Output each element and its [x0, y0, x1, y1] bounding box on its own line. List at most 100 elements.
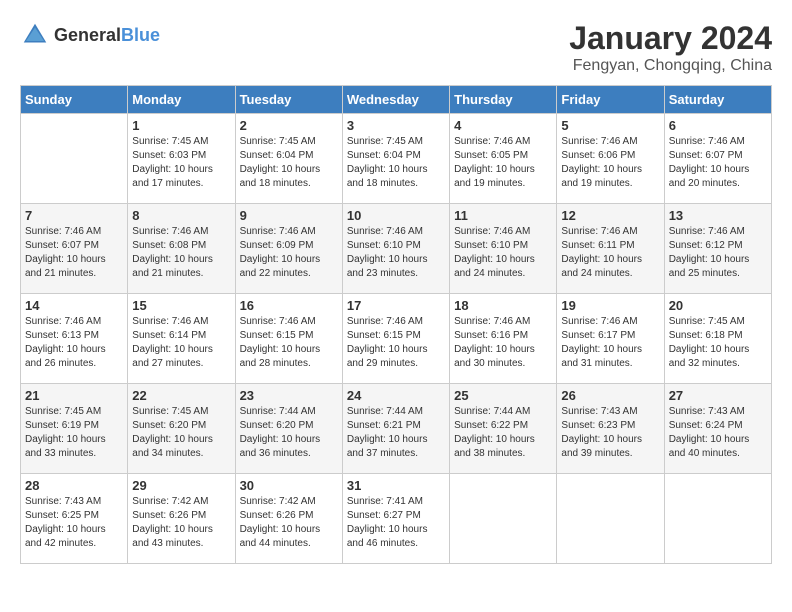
calendar-cell: 27 Sunrise: 7:43 AM Sunset: 6:24 PM Dayl… [664, 384, 771, 474]
sunset: Sunset: 6:17 PM [561, 330, 635, 341]
calendar-cell: 31 Sunrise: 7:41 AM Sunset: 6:27 PM Dayl… [342, 474, 449, 564]
calendar-cell: 25 Sunrise: 7:44 AM Sunset: 6:22 PM Dayl… [450, 384, 557, 474]
sunset: Sunset: 6:06 PM [561, 150, 635, 161]
sunrise: Sunrise: 7:45 AM [132, 136, 208, 147]
day-info: Sunrise: 7:43 AM Sunset: 6:24 PM Dayligh… [669, 405, 767, 461]
daylight: Daylight: 10 hours and 18 minutes. [347, 164, 428, 189]
day-number: 30 [240, 478, 338, 493]
sunrise: Sunrise: 7:44 AM [347, 406, 423, 417]
header-row: Sunday Monday Tuesday Wednesday Thursday… [21, 86, 772, 114]
calendar-cell: 5 Sunrise: 7:46 AM Sunset: 6:06 PM Dayli… [557, 114, 664, 204]
sunrise: Sunrise: 7:45 AM [347, 136, 423, 147]
daylight: Daylight: 10 hours and 33 minutes. [25, 434, 106, 459]
sunrise: Sunrise: 7:43 AM [669, 406, 745, 417]
day-info: Sunrise: 7:43 AM Sunset: 6:23 PM Dayligh… [561, 405, 659, 461]
col-wednesday: Wednesday [342, 86, 449, 114]
daylight: Daylight: 10 hours and 36 minutes. [240, 434, 321, 459]
calendar-cell: 12 Sunrise: 7:46 AM Sunset: 6:11 PM Dayl… [557, 204, 664, 294]
sunset: Sunset: 6:11 PM [561, 240, 634, 251]
daylight: Daylight: 10 hours and 30 minutes. [454, 344, 535, 369]
day-info: Sunrise: 7:46 AM Sunset: 6:17 PM Dayligh… [561, 315, 659, 371]
daylight: Daylight: 10 hours and 38 minutes. [454, 434, 535, 459]
calendar-cell: 16 Sunrise: 7:46 AM Sunset: 6:15 PM Dayl… [235, 294, 342, 384]
day-info: Sunrise: 7:44 AM Sunset: 6:20 PM Dayligh… [240, 405, 338, 461]
col-thursday: Thursday [450, 86, 557, 114]
day-info: Sunrise: 7:41 AM Sunset: 6:27 PM Dayligh… [347, 495, 445, 551]
calendar-cell: 18 Sunrise: 7:46 AM Sunset: 6:16 PM Dayl… [450, 294, 557, 384]
day-info: Sunrise: 7:46 AM Sunset: 6:14 PM Dayligh… [132, 315, 230, 371]
sunset: Sunset: 6:07 PM [25, 240, 99, 251]
daylight: Daylight: 10 hours and 31 minutes. [561, 344, 642, 369]
calendar-cell [664, 474, 771, 564]
calendar-cell [21, 114, 128, 204]
sunset: Sunset: 6:14 PM [132, 330, 206, 341]
day-number: 17 [347, 298, 445, 313]
calendar-cell: 26 Sunrise: 7:43 AM Sunset: 6:23 PM Dayl… [557, 384, 664, 474]
sunset: Sunset: 6:13 PM [25, 330, 99, 341]
sunset: Sunset: 6:03 PM [132, 150, 206, 161]
daylight: Daylight: 10 hours and 28 minutes. [240, 344, 321, 369]
sunset: Sunset: 6:16 PM [454, 330, 528, 341]
daylight: Daylight: 10 hours and 42 minutes. [25, 524, 106, 549]
day-info: Sunrise: 7:46 AM Sunset: 6:10 PM Dayligh… [454, 225, 552, 281]
logo: GeneralBlue [20, 20, 160, 50]
calendar-cell [450, 474, 557, 564]
sunset: Sunset: 6:23 PM [561, 420, 635, 431]
col-saturday: Saturday [664, 86, 771, 114]
day-info: Sunrise: 7:45 AM Sunset: 6:18 PM Dayligh… [669, 315, 767, 371]
sunset: Sunset: 6:20 PM [132, 420, 206, 431]
day-info: Sunrise: 7:46 AM Sunset: 6:07 PM Dayligh… [669, 135, 767, 191]
sunset: Sunset: 6:10 PM [454, 240, 528, 251]
day-number: 28 [25, 478, 123, 493]
sunrise: Sunrise: 7:42 AM [240, 496, 316, 507]
sunset: Sunset: 6:19 PM [25, 420, 99, 431]
calendar-week-row: 28 Sunrise: 7:43 AM Sunset: 6:25 PM Dayl… [21, 474, 772, 564]
calendar-week-row: 21 Sunrise: 7:45 AM Sunset: 6:19 PM Dayl… [21, 384, 772, 474]
day-info: Sunrise: 7:43 AM Sunset: 6:25 PM Dayligh… [25, 495, 123, 551]
day-number: 11 [454, 208, 552, 223]
day-number: 13 [669, 208, 767, 223]
day-info: Sunrise: 7:46 AM Sunset: 6:13 PM Dayligh… [25, 315, 123, 371]
sunset: Sunset: 6:22 PM [454, 420, 528, 431]
logo-general: General [54, 25, 121, 45]
calendar-cell: 3 Sunrise: 7:45 AM Sunset: 6:04 PM Dayli… [342, 114, 449, 204]
sunset: Sunset: 6:07 PM [669, 150, 743, 161]
calendar-cell: 7 Sunrise: 7:46 AM Sunset: 6:07 PM Dayli… [21, 204, 128, 294]
daylight: Daylight: 10 hours and 25 minutes. [669, 254, 750, 279]
sunrise: Sunrise: 7:46 AM [25, 316, 101, 327]
daylight: Daylight: 10 hours and 17 minutes. [132, 164, 213, 189]
day-info: Sunrise: 7:44 AM Sunset: 6:21 PM Dayligh… [347, 405, 445, 461]
day-number: 5 [561, 118, 659, 133]
daylight: Daylight: 10 hours and 21 minutes. [25, 254, 106, 279]
calendar-cell: 21 Sunrise: 7:45 AM Sunset: 6:19 PM Dayl… [21, 384, 128, 474]
daylight: Daylight: 10 hours and 43 minutes. [132, 524, 213, 549]
sunset: Sunset: 6:10 PM [347, 240, 421, 251]
location: Fengyan, Chongqing, China [569, 57, 772, 75]
calendar-cell: 14 Sunrise: 7:46 AM Sunset: 6:13 PM Dayl… [21, 294, 128, 384]
sunset: Sunset: 6:09 PM [240, 240, 314, 251]
day-number: 15 [132, 298, 230, 313]
daylight: Daylight: 10 hours and 40 minutes. [669, 434, 750, 459]
sunrise: Sunrise: 7:45 AM [132, 406, 208, 417]
day-number: 22 [132, 388, 230, 403]
col-monday: Monday [128, 86, 235, 114]
calendar-week-row: 14 Sunrise: 7:46 AM Sunset: 6:13 PM Dayl… [21, 294, 772, 384]
day-number: 16 [240, 298, 338, 313]
calendar-cell: 2 Sunrise: 7:45 AM Sunset: 6:04 PM Dayli… [235, 114, 342, 204]
day-number: 31 [347, 478, 445, 493]
sunrise: Sunrise: 7:43 AM [561, 406, 637, 417]
sunrise: Sunrise: 7:45 AM [25, 406, 101, 417]
day-info: Sunrise: 7:46 AM Sunset: 6:16 PM Dayligh… [454, 315, 552, 371]
sunset: Sunset: 6:24 PM [669, 420, 743, 431]
daylight: Daylight: 10 hours and 39 minutes. [561, 434, 642, 459]
sunset: Sunset: 6:05 PM [454, 150, 528, 161]
calendar-cell: 8 Sunrise: 7:46 AM Sunset: 6:08 PM Dayli… [128, 204, 235, 294]
daylight: Daylight: 10 hours and 23 minutes. [347, 254, 428, 279]
sunrise: Sunrise: 7:46 AM [454, 136, 530, 147]
sunrise: Sunrise: 7:45 AM [669, 316, 745, 327]
day-number: 19 [561, 298, 659, 313]
sunrise: Sunrise: 7:42 AM [132, 496, 208, 507]
day-number: 24 [347, 388, 445, 403]
sunrise: Sunrise: 7:46 AM [240, 226, 316, 237]
sunrise: Sunrise: 7:46 AM [561, 136, 637, 147]
